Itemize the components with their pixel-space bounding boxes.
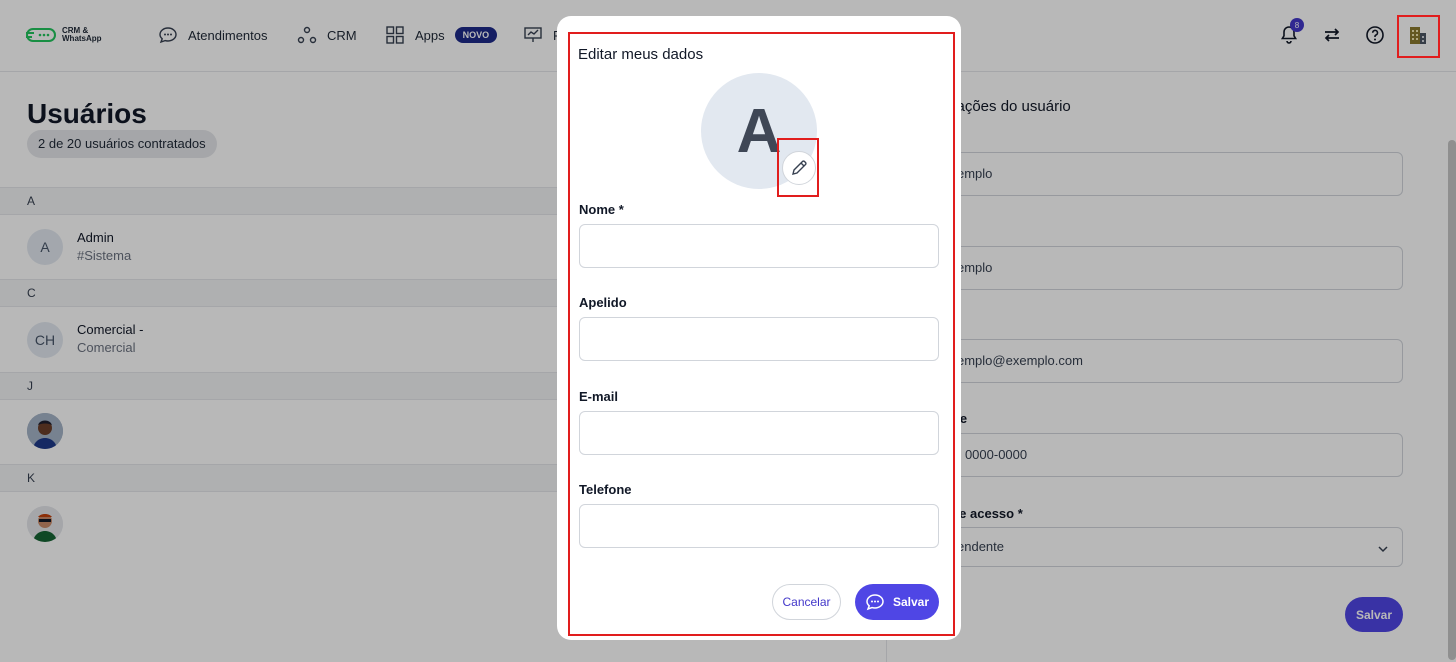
highlight-box: [1397, 15, 1440, 58]
phone-input[interactable]: [579, 504, 939, 548]
edit-avatar-button[interactable]: [782, 151, 816, 185]
name-input[interactable]: [579, 224, 939, 268]
nickname-input[interactable]: [579, 317, 939, 361]
nickname-label: Apelido: [579, 295, 627, 310]
save-button-label: Salvar: [892, 595, 930, 609]
chat-bubble-icon: [866, 594, 884, 611]
email-label: E-mail: [579, 389, 619, 404]
email-input[interactable]: [579, 411, 939, 455]
pencil-icon: [792, 160, 807, 175]
name-label: Nome *: [579, 202, 624, 217]
cancel-button[interactable]: Cancelar: [772, 584, 841, 620]
phone-label: Telefone: [579, 482, 632, 497]
modal-title: Editar meus dados: [578, 46, 704, 63]
save-button[interactable]: Salvar: [855, 584, 939, 620]
